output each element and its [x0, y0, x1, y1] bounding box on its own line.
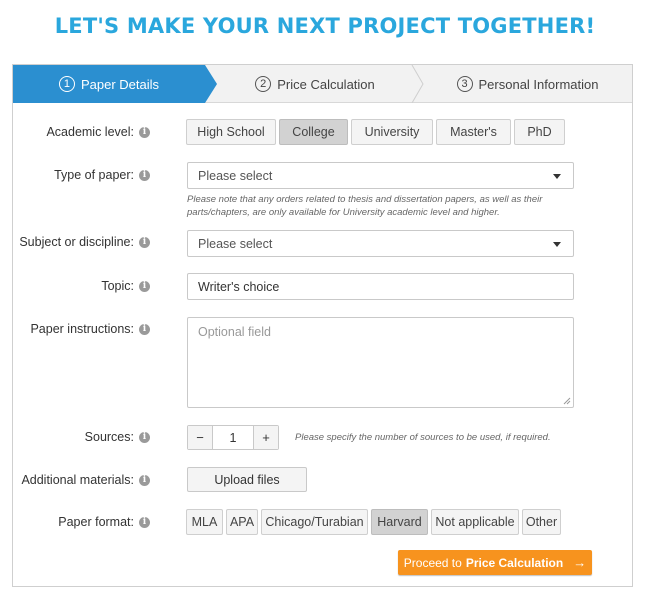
- sources-stepper: − 1 +: [187, 425, 279, 450]
- sources-label-text: Sources:: [84, 430, 134, 444]
- type-of-paper-value: Please select: [198, 168, 273, 183]
- info-icon[interactable]: i: [139, 126, 150, 138]
- paper-format-selector: MLA APA Chicago/Turabian Harvard Not app…: [186, 509, 564, 535]
- subject-label-text: Subject or discipline:: [19, 235, 134, 249]
- info-icon[interactable]: i: [139, 431, 150, 443]
- info-icon[interactable]: i: [139, 280, 150, 292]
- step-number-2: 2: [255, 76, 272, 92]
- subject-select[interactable]: Please select: [187, 230, 574, 257]
- info-icon[interactable]: i: [139, 474, 150, 486]
- academic-level-college[interactable]: College: [279, 119, 348, 145]
- order-form: 1 Paper Details 2 Price Calculation 3 Pe…: [12, 64, 633, 587]
- topic-value: Writer's choice: [198, 279, 280, 294]
- upload-files-button[interactable]: Upload files: [187, 467, 307, 492]
- page-headline: LET'S MAKE YOUR NEXT PROJECT TOGETHER!: [54, 14, 596, 38]
- sources-increment-button[interactable]: +: [254, 426, 278, 449]
- academic-level-masters[interactable]: Master's: [436, 119, 511, 145]
- paper-format-other[interactable]: Other: [522, 509, 561, 535]
- instructions-label: Paper instructions: i: [30, 322, 150, 336]
- step-number-1: 1: [58, 76, 75, 92]
- type-of-paper-select[interactable]: Please select: [187, 162, 574, 189]
- type-of-paper-label: Type of paper: i: [54, 168, 150, 182]
- steps-bar: 1 Paper Details 2 Price Calculation 3 Pe…: [13, 65, 632, 103]
- note-line: Please note that any orders related to t…: [187, 194, 543, 205]
- step-label-2: Price Calculation: [277, 76, 375, 92]
- chevron-down-icon: [553, 174, 561, 179]
- chevron-down-icon: [553, 242, 561, 247]
- proceed-button[interactable]: Proceed to Price Calculation →: [398, 550, 592, 575]
- sources-hint: Please specify the number of sources to …: [295, 432, 551, 443]
- info-icon[interactable]: i: [139, 323, 150, 335]
- paper-format-chicago[interactable]: Chicago/Turabian: [261, 509, 368, 535]
- step-label-3: Personal Information: [478, 76, 599, 92]
- paper-format-apa[interactable]: APA: [226, 509, 258, 535]
- paper-format-not-applicable[interactable]: Not applicable: [431, 509, 519, 535]
- info-icon[interactable]: i: [139, 169, 150, 181]
- academic-level-selector: High School College University Master's …: [186, 119, 568, 145]
- subject-label: Subject or discipline: i: [19, 235, 150, 249]
- paper-format-mla[interactable]: MLA: [186, 509, 223, 535]
- topic-input[interactable]: Writer's choice: [187, 273, 574, 300]
- step-label-1: Paper Details: [80, 76, 160, 92]
- topic-label-text: Topic:: [101, 279, 134, 293]
- academic-level-high-school[interactable]: High School: [186, 119, 276, 145]
- type-of-paper-note: Please note that any orders related to t…: [187, 193, 542, 219]
- step-active-arrow: [205, 65, 217, 103]
- step-personal-information[interactable]: 3 Personal Information: [423, 65, 632, 103]
- proceed-target: Price Calculation: [465, 555, 564, 570]
- proceed-prefix: Proceed to: [403, 555, 462, 570]
- paper-format-harvard[interactable]: Harvard: [371, 509, 428, 535]
- resize-grip-icon[interactable]: [563, 397, 571, 405]
- info-icon[interactable]: i: [139, 516, 150, 528]
- sources-label: Sources: i: [85, 430, 150, 444]
- topic-label: Topic: i: [101, 279, 150, 293]
- subject-value: Please select: [198, 236, 273, 251]
- sources-value[interactable]: 1: [212, 426, 254, 449]
- academic-level-label-text: Academic level:: [46, 125, 134, 139]
- paper-format-label: Paper format: i: [58, 515, 150, 529]
- step-number-3: 3: [456, 76, 473, 92]
- step-price-calculation[interactable]: 2 Price Calculation: [217, 65, 413, 103]
- instructions-textarea[interactable]: Optional field: [187, 317, 574, 408]
- type-of-paper-label-text: Type of paper:: [54, 168, 134, 182]
- paper-format-label-text: Paper format:: [58, 515, 134, 529]
- instructions-label-text: Paper instructions:: [30, 322, 134, 336]
- academic-level-university[interactable]: University: [351, 119, 433, 145]
- info-icon[interactable]: i: [139, 236, 150, 248]
- note-line: parts/chapters, are only available for U…: [187, 207, 500, 218]
- academic-level-label: Academic level: i: [46, 125, 150, 139]
- arrow-right-icon: →: [573, 555, 587, 570]
- instructions-placeholder: Optional field: [198, 325, 271, 339]
- sources-decrement-button[interactable]: −: [188, 426, 212, 449]
- additional-materials-label-text: Additional materials:: [21, 473, 134, 487]
- additional-materials-label: Additional materials: i: [21, 473, 150, 487]
- step-paper-details[interactable]: 1 Paper Details: [13, 65, 205, 103]
- academic-level-phd[interactable]: PhD: [514, 119, 565, 145]
